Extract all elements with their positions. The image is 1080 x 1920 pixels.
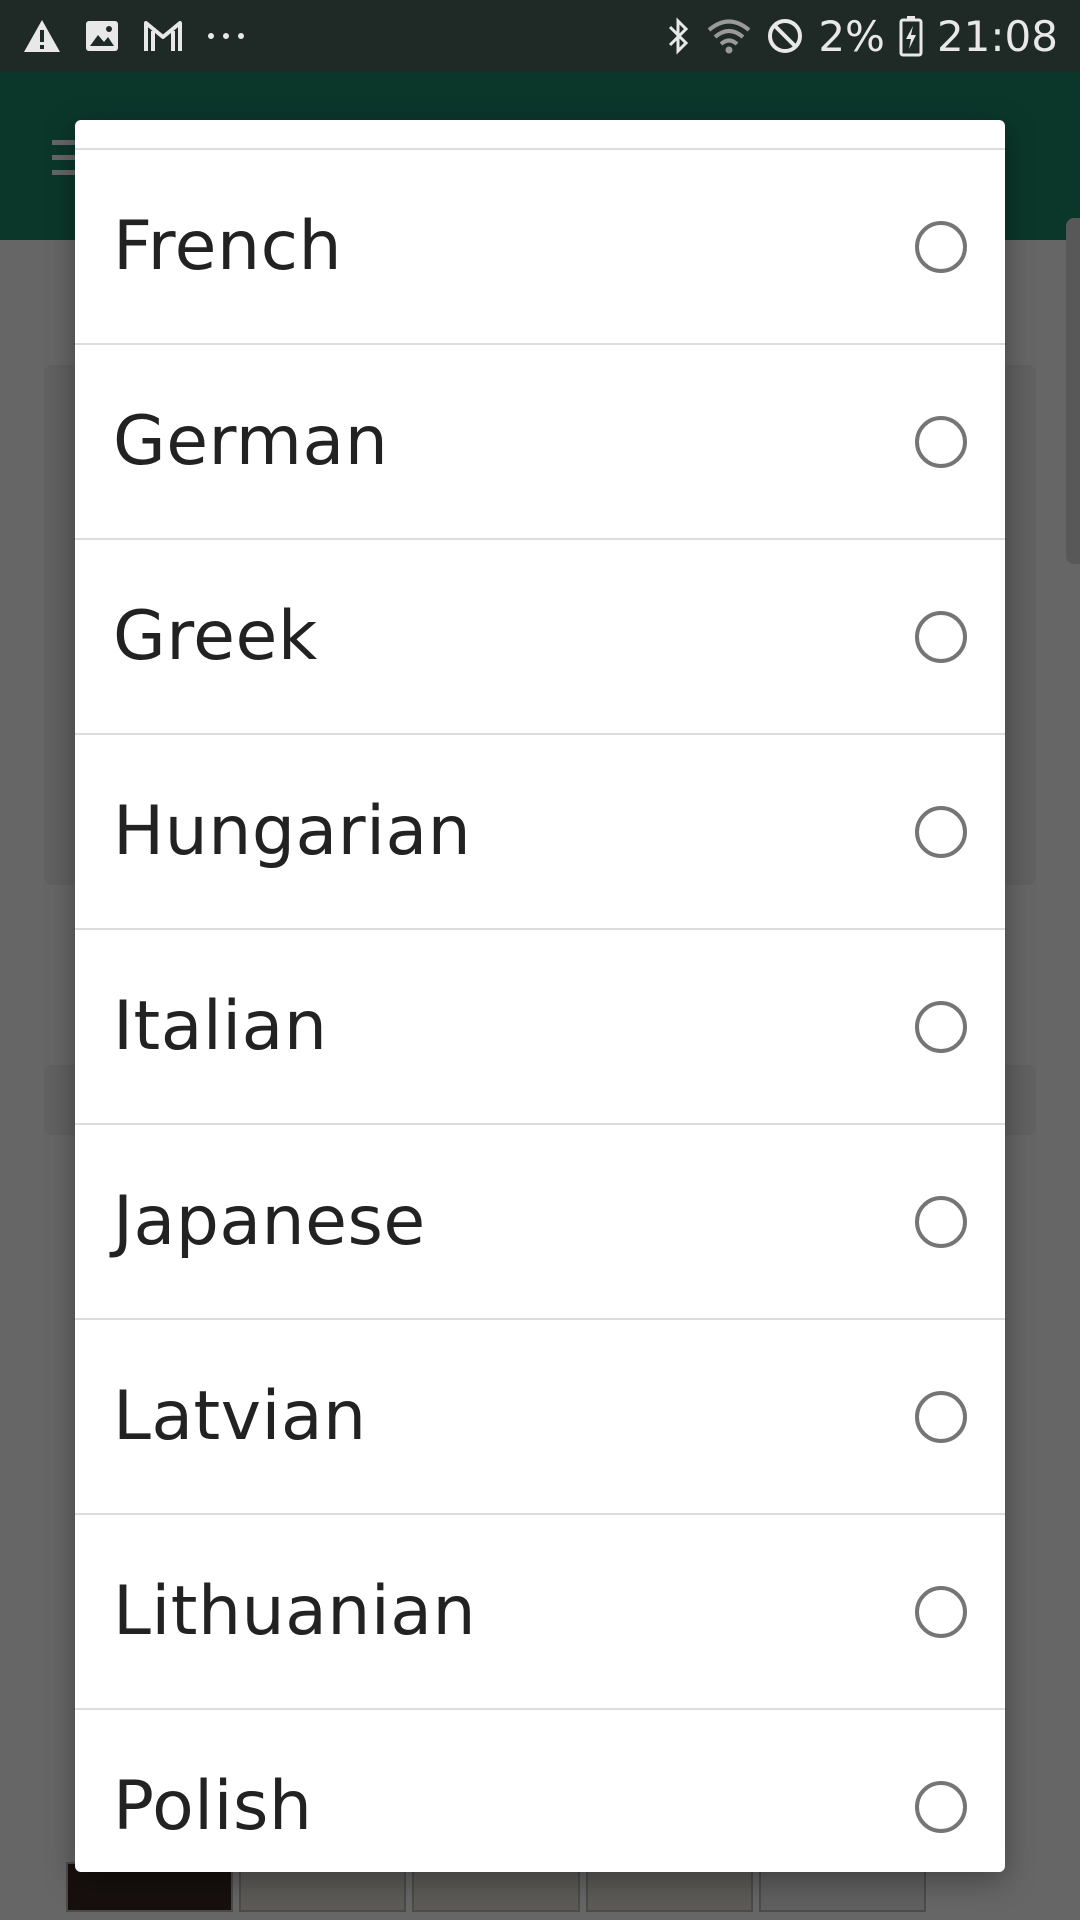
list-item-italian[interactable]: Italian — [75, 928, 1005, 1123]
list-item-japanese[interactable]: Japanese — [75, 1123, 1005, 1318]
radio-button[interactable] — [915, 415, 967, 468]
do-not-disturb-icon — [766, 17, 804, 55]
image-icon — [84, 18, 120, 54]
gmail-icon — [142, 19, 184, 53]
list-item-hungarian[interactable]: Hungarian — [75, 733, 1005, 928]
language-dialog: French German Greek Hungarian Italian Ja… — [75, 120, 1005, 1872]
status-bar-right: 2% 21:08 — [666, 12, 1058, 61]
radio-button[interactable] — [915, 610, 967, 663]
list-item-greek[interactable]: Greek — [75, 538, 1005, 733]
more-icon — [206, 31, 246, 41]
list-item-polish[interactable]: Polish — [75, 1708, 1005, 1872]
clock: 21:08 — [936, 11, 1058, 61]
radio-button[interactable] — [915, 1000, 967, 1053]
radio-button[interactable] — [915, 220, 967, 273]
status-bar-left — [22, 18, 246, 54]
radio-button[interactable] — [915, 1390, 967, 1443]
list-item-german[interactable]: German — [75, 343, 1005, 538]
language-list[interactable]: French German Greek Hungarian Italian Ja… — [75, 148, 1005, 1872]
list-item-label: Hungarian — [113, 792, 472, 871]
list-item-label: Italian — [113, 987, 328, 1066]
list-item-lithuanian[interactable]: Lithuanian — [75, 1513, 1005, 1708]
battery-charging-icon — [899, 15, 923, 57]
radio-button[interactable] — [915, 1585, 967, 1638]
radio-button[interactable] — [915, 1195, 967, 1248]
battery-percent: 2% — [818, 11, 885, 61]
list-item-french[interactable]: French — [75, 148, 1005, 343]
status-bar: 2% 21:08 — [0, 0, 1080, 72]
list-item-label: Polish — [113, 1767, 313, 1846]
wifi-icon — [706, 17, 752, 55]
list-item-label: French — [113, 207, 343, 286]
radio-button[interactable] — [915, 1780, 967, 1833]
list-item-latvian[interactable]: Latvian — [75, 1318, 1005, 1513]
radio-button[interactable] — [915, 805, 967, 858]
list-item-label: Japanese — [113, 1182, 426, 1261]
list-item-label: Latvian — [113, 1377, 367, 1456]
list-item-label: Greek — [113, 597, 318, 676]
bluetooth-icon — [666, 16, 692, 56]
list-item-label: Lithuanian — [113, 1572, 477, 1651]
list-item-label: German — [113, 402, 389, 481]
warning-icon — [22, 18, 62, 54]
